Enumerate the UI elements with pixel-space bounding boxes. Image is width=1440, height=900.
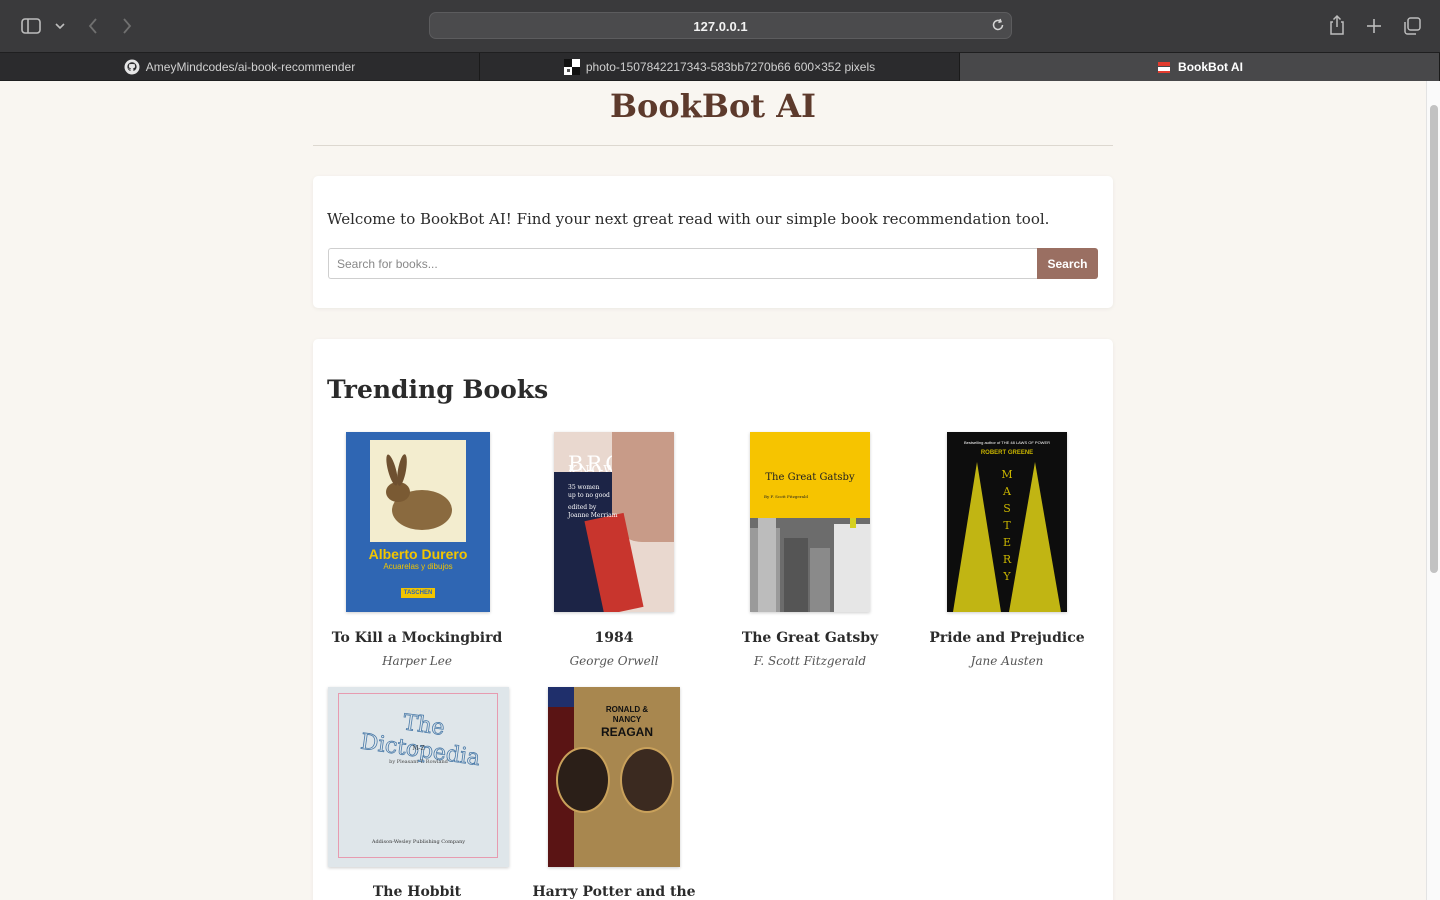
cover-author: By F. Scott Fitzgerald: [764, 494, 808, 499]
welcome-card: Welcome to BookBot AI! Find your next gr…: [313, 176, 1113, 308]
cover-portrait-left: [556, 747, 610, 813]
browser-toolbar: 127.0.0.1: [0, 0, 1440, 52]
cover-tagline: 35 women: [568, 484, 600, 491]
share-button[interactable]: [1326, 13, 1348, 37]
tab-bar: AmeyMindcodes/ai-book-recommender photo-…: [0, 52, 1440, 81]
cover-cityscape: [750, 518, 870, 612]
github-icon: [124, 59, 140, 75]
site-title: BookBot AI: [609, 87, 816, 125]
tab-group-dropdown[interactable]: [52, 18, 68, 34]
welcome-text: Welcome to BookBot AI! Find your next gr…: [327, 210, 1050, 228]
book-card[interactable]: RONALD & NANCY REAGAN Harry Potter and t…: [516, 687, 712, 900]
cover-title: The Great Gatsby: [765, 472, 855, 483]
image-icon: [563, 59, 580, 75]
cover-illustration: [370, 440, 466, 542]
search-input[interactable]: [328, 248, 1037, 279]
chevron-right-icon: [123, 18, 132, 34]
city-skyline-icon: [750, 518, 870, 612]
cover-title: MASTERY: [1001, 468, 1013, 583]
url-text: 127.0.0.1: [693, 19, 748, 34]
sidebar-icon: [21, 18, 41, 34]
book-title: The Great Gatsby: [741, 630, 879, 646]
book-card[interactable]: The Dictopedia M-Z by Pleasant T. Rowlan…: [319, 687, 515, 900]
book-cover[interactable]: RONALD & NANCY REAGAN: [548, 687, 680, 867]
cover-publisher: TASCHEN: [401, 588, 435, 598]
book-card[interactable]: Bestselling author of THE 48 LAWS OF POW…: [909, 432, 1105, 682]
tab-label: BookBot AI: [1178, 60, 1243, 74]
book-favicon-icon: [1156, 59, 1172, 75]
book-author: Jane Austen: [970, 654, 1044, 668]
cover-title-line2: NANCY: [612, 715, 642, 724]
cover-publisher: Addison-Wesley Publishing Company: [371, 839, 466, 845]
tab-bookbot[interactable]: BookBot AI: [960, 53, 1440, 81]
sidebar-toggle-button[interactable]: [18, 15, 44, 37]
book-cover[interactable]: The Dictopedia M-Z by Pleasant T. Rowlan…: [328, 687, 509, 867]
book-author: F. Scott Fitzgerald: [753, 654, 867, 668]
cover-subtitle: Acuarelas y dibujos: [383, 562, 453, 571]
chevron-down-icon: [55, 23, 65, 30]
cover-author: by Pleasant T. Rowland: [389, 759, 448, 765]
tab-github[interactable]: AmeyMindcodes/ai-book-recommender: [0, 53, 480, 81]
section-title: Trending Books: [327, 375, 549, 404]
tab-label: AmeyMindcodes/ai-book-recommender: [145, 60, 356, 74]
plus-icon: [1367, 19, 1381, 33]
tab-overview-button[interactable]: [1400, 14, 1424, 38]
page-scrollbar[interactable]: [1426, 81, 1440, 900]
book-title: To Kill a Mockingbird: [331, 630, 503, 646]
tab-overview-icon: [1404, 17, 1421, 35]
cover-tagline2: up to no good: [568, 492, 610, 499]
book-title: Pride and Prejudice: [929, 630, 1085, 646]
chevron-left-icon: [88, 18, 97, 34]
reload-icon: [992, 18, 1004, 31]
cover-editor: Joanne Merriam: [568, 512, 618, 519]
back-button[interactable]: [82, 14, 104, 38]
search-button[interactable]: Search: [1037, 248, 1098, 279]
book-card[interactable]: BROAD KNOWLEDGE 35 women up to no good e…: [516, 432, 712, 682]
cover-subtitle: M-Z: [412, 745, 425, 752]
share-icon: [1330, 14, 1344, 35]
cover-title: RONALD &: [605, 705, 649, 714]
cover-editor-label: edited by: [568, 504, 597, 511]
book-author: George Orwell: [569, 654, 659, 668]
book-cover[interactable]: The Great Gatsby By F. Scott Fitzgerald: [750, 432, 870, 612]
book-cover[interactable]: Alberto Durero Acuarelas y dibujos TASCH…: [346, 432, 490, 612]
book-title: The Hobbit: [372, 884, 462, 900]
hare-illustration-icon: [386, 454, 452, 530]
book-title: 1984: [594, 630, 634, 646]
book-card[interactable]: Alberto Durero Acuarelas y dibujos TASCH…: [319, 432, 515, 682]
tab-label: photo-1507842217343-583bb7270b66 600×352…: [585, 60, 876, 74]
tab-photo[interactable]: photo-1507842217343-583bb7270b66 600×352…: [480, 53, 960, 81]
page-viewport: BookBot AI Welcome to BookBot AI! Find y…: [0, 81, 1426, 900]
title-divider: [313, 145, 1113, 146]
book-card[interactable]: The Great Gatsby By F. Scott Fitzgerald …: [712, 432, 908, 682]
cover-title: Alberto Durero: [368, 546, 468, 562]
cover-title-line3: REAGAN: [600, 725, 653, 739]
book-cover[interactable]: BROAD KNOWLEDGE 35 women up to no good e…: [554, 432, 674, 612]
cover-portrait-right: [620, 747, 674, 813]
forward-button[interactable]: [116, 14, 138, 38]
address-bar[interactable]: 127.0.0.1: [429, 12, 1012, 39]
new-tab-button[interactable]: [1363, 15, 1385, 37]
book-cover[interactable]: Bestselling author of THE 48 LAWS OF POW…: [947, 432, 1067, 612]
book-author: Harper Lee: [382, 654, 452, 668]
book-title: Harry Potter and the: [532, 884, 696, 900]
cover-flag: [548, 687, 574, 707]
trending-card: Trending Books Alberto Durero Acuarelas …: [313, 339, 1113, 900]
scrollbar-thumb[interactable]: [1430, 105, 1438, 573]
reload-button[interactable]: [991, 18, 1005, 37]
